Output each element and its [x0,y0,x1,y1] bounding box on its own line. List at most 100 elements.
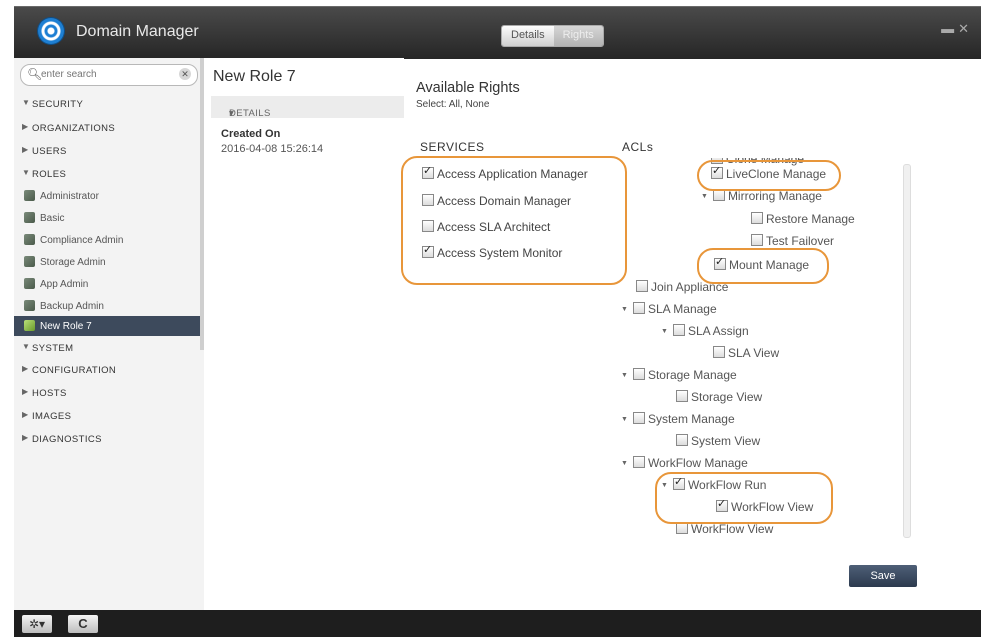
acl-restore-manage[interactable]: Restore Manage [751,212,855,226]
sidebar-role-storage-admin[interactable]: Storage Admin [14,252,200,272]
checkbox-unchecked[interactable] [751,234,763,246]
acl-system-manage[interactable]: ▼ System Manage [621,412,735,426]
service-access-sla-architect[interactable]: Access SLA Architect [422,220,550,234]
tab-rights[interactable]: Rights [553,26,603,46]
acl-mirroring-manage[interactable]: ▼ Mirroring Manage [701,189,822,203]
acl-sla-view[interactable]: SLA View [713,346,779,360]
sidebar-role-administrator[interactable]: Administrator [14,186,200,206]
sidebar-role-label: Storage Admin [40,257,106,268]
checkbox-checked[interactable] [711,164,723,179]
services-header: SERVICES [420,140,485,154]
acl-workflow-view-checked[interactable]: WorkFlow View [716,497,813,514]
title-bar: Domain Manager Details Rights ▬✕ [14,6,981,59]
caret-down-icon[interactable]: ▼ [621,416,628,423]
refresh-button[interactable]: C [68,615,98,633]
checkbox-checked[interactable] [422,243,434,258]
sidebar-role-app-admin[interactable]: App Admin [14,274,200,294]
checkbox-unchecked[interactable] [422,220,434,232]
role-icon [24,212,35,223]
sidebar-item-hosts[interactable]: ▶ HOSTS [14,383,200,403]
settings-gear-icon[interactable]: ✲▾ [22,615,52,633]
acl-label: Restore Manage [766,212,855,226]
acl-workflow-view[interactable]: WorkFlow View [676,522,773,536]
acl-clone-manage[interactable]: Clone Manage [711,158,804,166]
checkbox-checked[interactable] [672,475,685,490]
sidebar-item-users[interactable]: ▶ USERS [14,141,200,161]
checkbox-unchecked[interactable] [713,346,725,358]
service-access-system-monitor[interactable]: Access System Monitor [422,243,563,260]
acl-label: System Manage [647,412,735,426]
acl-system-view[interactable]: System View [676,434,760,448]
checkbox-unchecked[interactable] [422,194,434,206]
role-icon [24,320,35,331]
caret-right-icon: ▶ [22,433,29,442]
checkbox-unchecked[interactable] [676,390,688,402]
acl-label: LiveClone Manage [726,167,827,181]
checkbox-unchecked[interactable] [632,368,645,380]
sidebar-role-label: New Role 7 [40,321,92,332]
checkbox-unchecked[interactable] [751,212,763,224]
sidebar-item-diagnostics[interactable]: ▶ DIAGNOSTICS [14,429,200,449]
acl-mount-manage[interactable]: Mount Manage [714,255,809,272]
acl-scrollbar[interactable] [903,164,911,538]
acl-test-failover[interactable]: Test Failover [751,234,834,248]
acl-storage-manage[interactable]: ▼ Storage Manage [621,368,737,382]
service-access-domain-manager[interactable]: Access Domain Manager [422,194,571,208]
service-access-application-manager[interactable]: Access Application Manager [422,164,588,181]
acl-sla-manage[interactable]: ▼ SLA Manage [621,302,717,316]
checkbox-unchecked[interactable] [632,302,645,314]
checkbox-checked[interactable] [422,164,434,179]
clear-search-icon[interactable]: ✕ [179,68,191,80]
checkbox-unchecked[interactable] [672,324,685,336]
details-section-toggle[interactable]: ▾ DETAILS [211,96,404,119]
view-toggle: Details Rights [501,25,604,47]
acl-storage-view[interactable]: Storage View [676,390,762,404]
caret-down-icon[interactable]: ▼ [621,306,628,313]
service-label: Access System Monitor [437,246,563,260]
acl-liveclone-manage[interactable]: LiveClone Manage [711,164,827,181]
sidebar-item-organizations[interactable]: ▶ ORGANIZATIONS [14,118,200,138]
minimize-icon[interactable]: ▬ [941,21,958,36]
app-window: Domain Manager Details Rights ▬✕ 🔍︎ ✕ ▼ … [0,0,981,637]
sidebar-section-security[interactable]: ▼ SECURITY [14,94,200,114]
acl-workflow-manage[interactable]: ▼ WorkFlow Manage [621,456,748,470]
caret-down-icon[interactable]: ▼ [621,372,628,379]
acl-join-appliance[interactable]: Join Appliance [636,280,728,294]
caret-down-icon[interactable]: ▼ [701,193,708,200]
checkbox-unchecked[interactable] [712,189,725,201]
checkbox-unchecked[interactable] [636,280,648,292]
caret-down-icon: ▼ [22,342,31,351]
sidebar-section-system[interactable]: ▼ SYSTEM [14,338,200,358]
acl-sla-assign[interactable]: ▼ SLA Assign [661,324,749,338]
sidebar-item-roles[interactable]: ▼ ROLES [14,164,200,184]
sidebar-item-label: ROLES [32,169,67,180]
search-input[interactable] [41,67,161,82]
service-label: Access SLA Architect [437,220,551,234]
tab-details[interactable]: Details [502,26,554,46]
caret-down-icon: ▼ [22,168,31,177]
checkbox-unchecked[interactable] [676,434,688,446]
sidebar-item-images[interactable]: ▶ IMAGES [14,406,200,426]
sidebar-item-configuration[interactable]: ▶ CONFIGURATION [14,360,200,380]
checkbox-unchecked[interactable] [676,522,688,534]
rights-title: Available Rights [416,80,520,96]
checkbox-checked[interactable] [714,255,726,270]
sidebar-item-label: IMAGES [32,411,72,422]
sidebar-role-new-role-7[interactable]: New Role 7 [14,316,200,336]
close-icon[interactable]: ✕ [958,21,973,36]
checkbox-unchecked[interactable] [632,412,645,424]
caret-down-icon[interactable]: ▼ [621,460,628,467]
acl-workflow-run[interactable]: ▼ WorkFlow Run [661,475,766,492]
acl-label: Join Appliance [651,280,729,294]
sidebar-role-basic[interactable]: Basic [14,208,200,228]
checkbox-unchecked[interactable] [632,456,645,468]
acl-tree: Clone Manage LiveClone Manage ▼ Mirroring… [615,158,905,540]
caret-down-icon[interactable]: ▼ [661,482,668,489]
caret-down-icon[interactable]: ▼ [661,328,668,335]
created-on-label: Created On [221,128,281,140]
checkbox-checked[interactable] [716,497,728,512]
sidebar-role-backup-admin[interactable]: Backup Admin [14,296,200,316]
select-all-none[interactable]: Select: All, None [416,99,489,110]
save-button[interactable]: Save [849,565,917,587]
sidebar-role-compliance-admin[interactable]: Compliance Admin [14,230,200,250]
